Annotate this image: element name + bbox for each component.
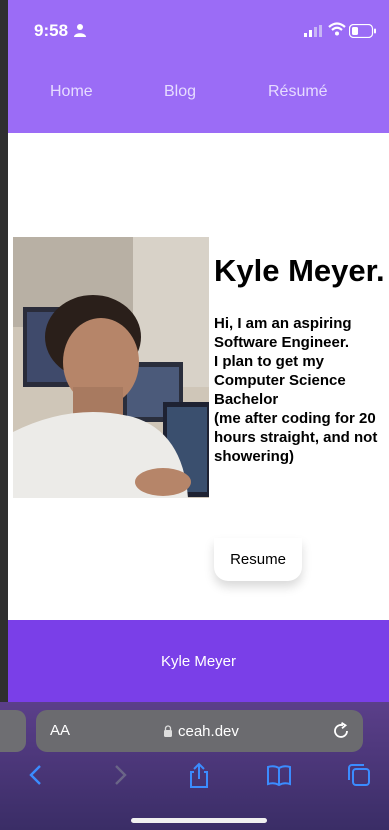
tabs-icon[interactable]	[346, 762, 372, 788]
main-nav: Home Blog Résumé	[8, 83, 389, 107]
bio-line: Software Engineer.	[214, 334, 350, 351]
person-icon	[74, 24, 86, 37]
bio-line: Bachelor	[214, 391, 279, 408]
bio-line: I plan to get my	[214, 353, 325, 370]
home-indicator[interactable]	[131, 818, 267, 823]
lock-icon	[164, 725, 172, 737]
site-footer: Kyle Meyer	[8, 620, 389, 702]
bookmarks-icon[interactable]	[266, 762, 292, 788]
wifi-icon	[328, 22, 346, 36]
profile-bio: Hi, I am an aspiring Software Engineer. …	[214, 314, 389, 466]
browser-toolbar	[0, 762, 389, 792]
main-content: Kyle Meyer. Hi, I am an aspiring Softwar…	[8, 133, 389, 620]
nav-home-link[interactable]: Home	[50, 83, 93, 101]
share-icon[interactable]	[186, 762, 212, 788]
bio-line: hours straight, and not	[214, 429, 378, 446]
reload-icon[interactable]	[332, 722, 350, 740]
status-bar: 9:58	[8, 0, 389, 60]
bio-line: (me after coding for 20	[214, 410, 376, 427]
nav-blog-link[interactable]: Blog	[164, 83, 196, 101]
cellular-signal-icon	[304, 25, 322, 37]
bio-line: Hi, I am an aspiring	[214, 315, 352, 332]
status-time: 9:58	[34, 21, 69, 40]
site-header: 9:58 Home Blog Résumé	[8, 0, 389, 133]
resume-button[interactable]: Resume	[214, 538, 302, 581]
footer-text: Kyle Meyer	[160, 653, 237, 670]
bio-line: showering)	[214, 448, 295, 465]
back-icon[interactable]	[24, 762, 50, 788]
previous-tab-preview[interactable]	[0, 710, 26, 752]
battery-icon	[349, 24, 376, 38]
profile-photo	[13, 237, 209, 498]
address-bar[interactable]: AA ceah.dev	[36, 710, 363, 752]
bio-line: Computer Science	[214, 372, 346, 389]
url-text: ceah.dev	[178, 723, 239, 740]
text-size-button[interactable]: AA	[50, 722, 70, 739]
profile-name: Kyle Meyer.	[214, 253, 385, 288]
browser-chrome: AA ceah.dev	[0, 702, 389, 830]
nav-resume-link[interactable]: Résumé	[268, 83, 328, 101]
forward-icon[interactable]	[106, 762, 132, 788]
